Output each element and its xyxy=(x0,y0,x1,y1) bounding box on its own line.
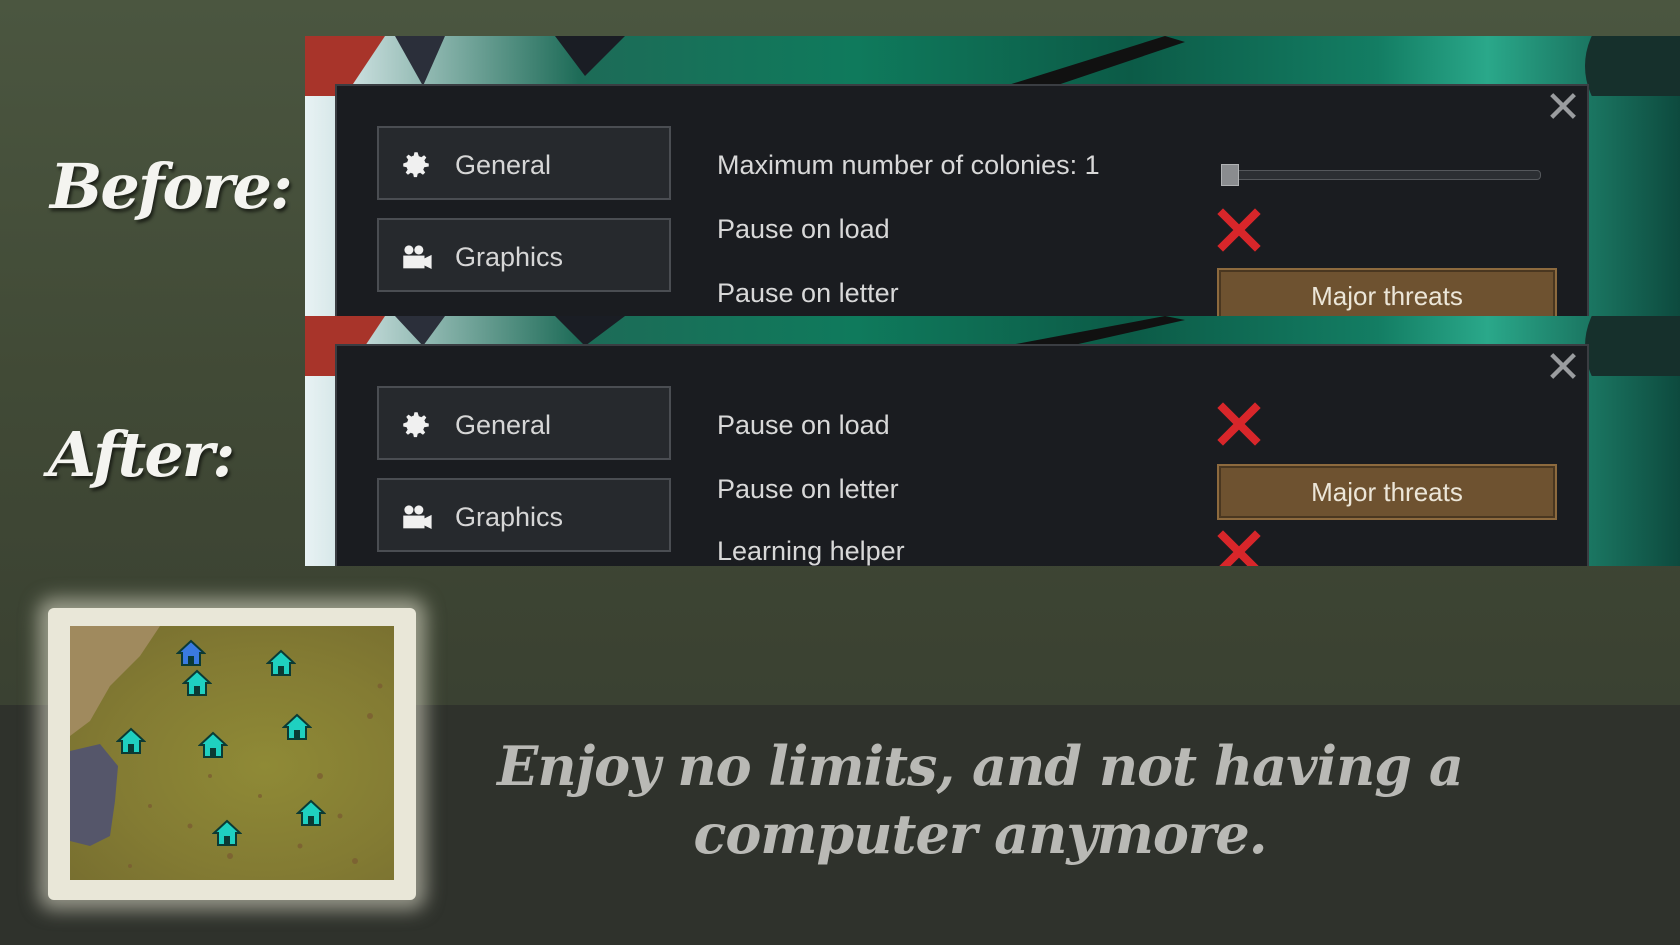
caption-line-1: Enjoy no limits, and not having a xyxy=(497,734,1464,798)
settings-dialog: ✕ General Graphics Maximum number of col… xyxy=(335,84,1589,316)
pause-on-load-label: Pause on load xyxy=(717,410,890,440)
tab-general-label: General xyxy=(455,410,552,440)
world-map xyxy=(70,626,394,880)
tab-graphics[interactable]: Graphics xyxy=(377,478,671,552)
caption-line-2: computer anymore. xyxy=(693,802,1268,866)
settings-dialog: ✕ General Graphics Pause on load Pause o… xyxy=(335,344,1589,566)
before-settings-screenshot: ✕ General Graphics Maximum number of col… xyxy=(305,36,1680,316)
max-colonies-slider-handle[interactable] xyxy=(1221,164,1239,186)
house-icon[interactable] xyxy=(198,730,228,760)
after-settings-screenshot: ✕ General Graphics Pause on load Pause o… xyxy=(305,316,1680,566)
after-label: After: xyxy=(48,418,235,491)
learning-helper-toggle[interactable] xyxy=(1217,530,1261,566)
learning-helper-label: Learning helper xyxy=(717,536,905,566)
house-icon[interactable] xyxy=(212,818,242,848)
house-icon[interactable] xyxy=(266,648,296,678)
max-colonies-label: Maximum number of colonies: 1 xyxy=(717,150,1100,180)
house-icon[interactable] xyxy=(116,726,146,756)
tab-general[interactable]: General xyxy=(377,386,671,460)
camera-icon xyxy=(403,505,432,530)
gear-icon xyxy=(403,412,429,438)
camera-icon xyxy=(403,245,432,270)
pause-on-load-label: Pause on load xyxy=(717,214,890,244)
pause-on-letter-label: Pause on letter xyxy=(717,278,899,308)
pause-on-load-toggle[interactable] xyxy=(1217,402,1261,446)
house-icon[interactable] xyxy=(176,638,206,668)
gear-icon xyxy=(403,152,429,178)
close-button[interactable]: ✕ xyxy=(1543,346,1583,390)
caption: Enjoy no limits, and not having a comput… xyxy=(470,732,1490,868)
before-label: Before: xyxy=(50,150,293,223)
close-button[interactable]: ✕ xyxy=(1543,86,1583,130)
tab-graphics[interactable]: Graphics xyxy=(377,218,671,292)
house-icon[interactable] xyxy=(296,798,326,828)
pause-on-letter-dropdown[interactable]: Major threats xyxy=(1217,268,1557,316)
tab-general-label: General xyxy=(455,150,552,180)
pause-on-letter-label: Pause on letter xyxy=(717,474,899,504)
tab-graphics-label: Graphics xyxy=(455,502,564,532)
max-colonies-slider[interactable] xyxy=(1221,170,1541,180)
tab-graphics-label: Graphics xyxy=(455,242,564,272)
pause-on-letter-dropdown[interactable]: Major threats xyxy=(1217,464,1557,520)
house-icon[interactable] xyxy=(182,668,212,698)
world-map-thumbnail xyxy=(48,608,416,900)
pause-on-load-toggle[interactable] xyxy=(1217,208,1261,252)
tab-general[interactable]: General xyxy=(377,126,671,200)
house-icon[interactable] xyxy=(282,712,312,742)
